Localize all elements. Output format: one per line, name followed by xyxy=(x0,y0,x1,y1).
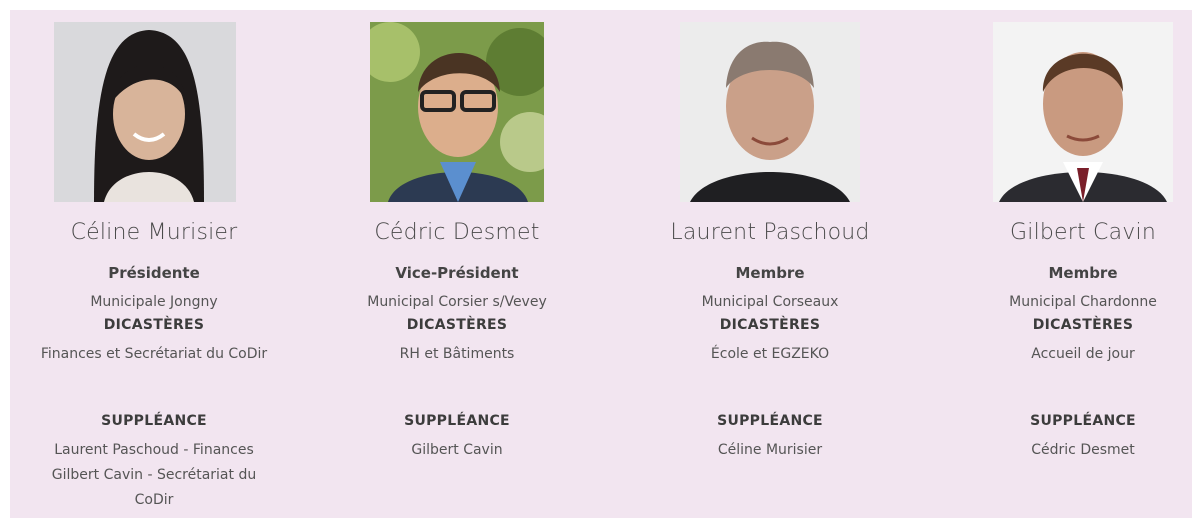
dicasteres-value: RH et Bâtiments xyxy=(399,346,515,362)
member-name: Laurent Paschoud xyxy=(670,220,870,245)
portrait-photo-icon xyxy=(993,22,1173,202)
member-role: Vice-Président xyxy=(395,264,519,282)
suppleance-item: Gilbert Cavin - Secrétariat du xyxy=(51,467,257,483)
member-photo xyxy=(680,22,860,202)
member-card: Céline Murisier Présidente Municipale Jo… xyxy=(10,10,298,518)
suppleance-heading: SUPPLÉANCE xyxy=(1030,413,1136,429)
dicasteres-heading: DICASTÈRES xyxy=(719,317,821,333)
member-role: Présidente xyxy=(108,264,200,282)
dicasteres-value: École et EGZEKO xyxy=(710,346,830,362)
member-name: Cédric Desmet xyxy=(374,220,540,245)
suppleance-list: Cédric Desmet xyxy=(978,438,1188,463)
member-photo xyxy=(54,22,236,202)
member-municipality: Municipal Chardonne xyxy=(1009,294,1157,310)
portrait-photo-icon xyxy=(680,22,860,202)
committee-panel: Céline Murisier Présidente Municipale Jo… xyxy=(10,10,1192,518)
member-municipality: Municipal Corsier s/Vevey xyxy=(367,294,547,310)
suppleance-item: CoDir xyxy=(134,492,174,508)
member-role: Membre xyxy=(735,264,805,282)
suppleance-item: Laurent Paschoud - Finances xyxy=(54,442,254,458)
dicasteres-heading: DICASTÈRES xyxy=(103,317,205,333)
dicasteres-value: Finances et Secrétariat du CoDir xyxy=(40,346,268,362)
member-name: Céline Murisier xyxy=(70,220,238,245)
dicasteres-heading: DICASTÈRES xyxy=(406,317,508,333)
suppleance-item: Cédric Desmet xyxy=(1031,442,1135,458)
dicasteres-heading: DICASTÈRES xyxy=(1032,317,1134,333)
suppleance-heading: SUPPLÉANCE xyxy=(404,413,510,429)
suppleance-item: Céline Murisier xyxy=(717,442,823,458)
portrait-photo-icon xyxy=(54,22,236,202)
suppleance-heading: SUPPLÉANCE xyxy=(717,413,823,429)
member-card: Cédric Desmet Vice-Président Municipal C… xyxy=(346,10,568,518)
member-name: Gilbert Cavin xyxy=(1010,220,1156,245)
suppleance-item: Gilbert Cavin xyxy=(411,442,503,458)
member-card: Gilbert Cavin Membre Municipal Chardonne… xyxy=(978,10,1188,518)
member-municipality: Municipal Corseaux xyxy=(701,294,839,310)
dicasteres-value: Accueil de jour xyxy=(1031,346,1135,362)
member-role: Membre xyxy=(1048,264,1118,282)
suppleance-heading: SUPPLÉANCE xyxy=(101,413,207,429)
member-photo xyxy=(370,22,544,202)
suppleance-list: Gilbert Cavin xyxy=(346,438,568,463)
member-municipality: Municipale Jongny xyxy=(90,294,218,310)
suppleance-list: Céline Murisier xyxy=(654,438,886,463)
member-card: Laurent Paschoud Membre Municipal Corsea… xyxy=(654,10,886,518)
portrait-photo-icon xyxy=(370,22,544,202)
member-photo xyxy=(993,22,1173,202)
suppleance-list: Laurent Paschoud - Finances Gilbert Cavi… xyxy=(10,438,298,513)
